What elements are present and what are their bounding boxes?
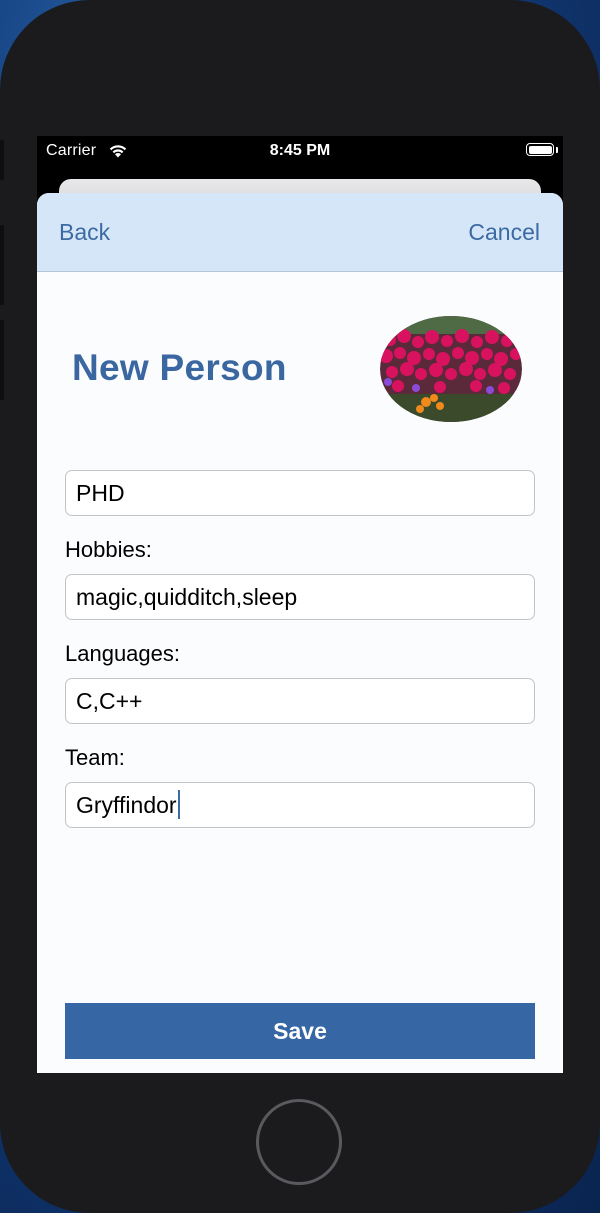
home-button[interactable] (256, 1099, 342, 1185)
mute-switch (0, 140, 4, 180)
battery-cap (556, 147, 558, 153)
phone-frame: Carrier 8:45 PM Back Cancel New Person P… (0, 0, 600, 1213)
save-button[interactable]: Save (65, 1003, 535, 1059)
team-label: Team: (65, 745, 125, 770)
languages-label: Languages: (65, 641, 180, 666)
battery-level (528, 145, 552, 154)
battery-icon (526, 143, 554, 156)
languages-field[interactable]: C,C++ (65, 678, 535, 724)
hobbies-field[interactable]: magic,quidditch,sleep (65, 574, 535, 620)
cancel-button[interactable]: Cancel (468, 219, 540, 246)
status-bar: Carrier 8:45 PM (37, 136, 563, 166)
page-title: New Person (72, 347, 287, 388)
volume-up-button (0, 225, 4, 305)
clock-label: 8:45 PM (269, 142, 331, 159)
team-field[interactable]: Gryffindor (65, 782, 535, 828)
volume-down-button (0, 320, 4, 400)
team-field-value: Gryffindor (76, 792, 177, 818)
degree-field[interactable]: PHD (65, 470, 535, 516)
profile-photo[interactable] (380, 316, 522, 422)
navigation-bar: Back Cancel (37, 193, 563, 272)
text-cursor (177, 790, 180, 820)
back-button[interactable]: Back (59, 219, 110, 246)
new-person-sheet: Back Cancel New Person PHD Hobbies: magi… (37, 193, 563, 1073)
hobbies-label: Hobbies: (65, 537, 152, 562)
device-screen: Carrier 8:45 PM Back Cancel New Person P… (37, 136, 563, 1073)
flowers-image (380, 316, 522, 422)
